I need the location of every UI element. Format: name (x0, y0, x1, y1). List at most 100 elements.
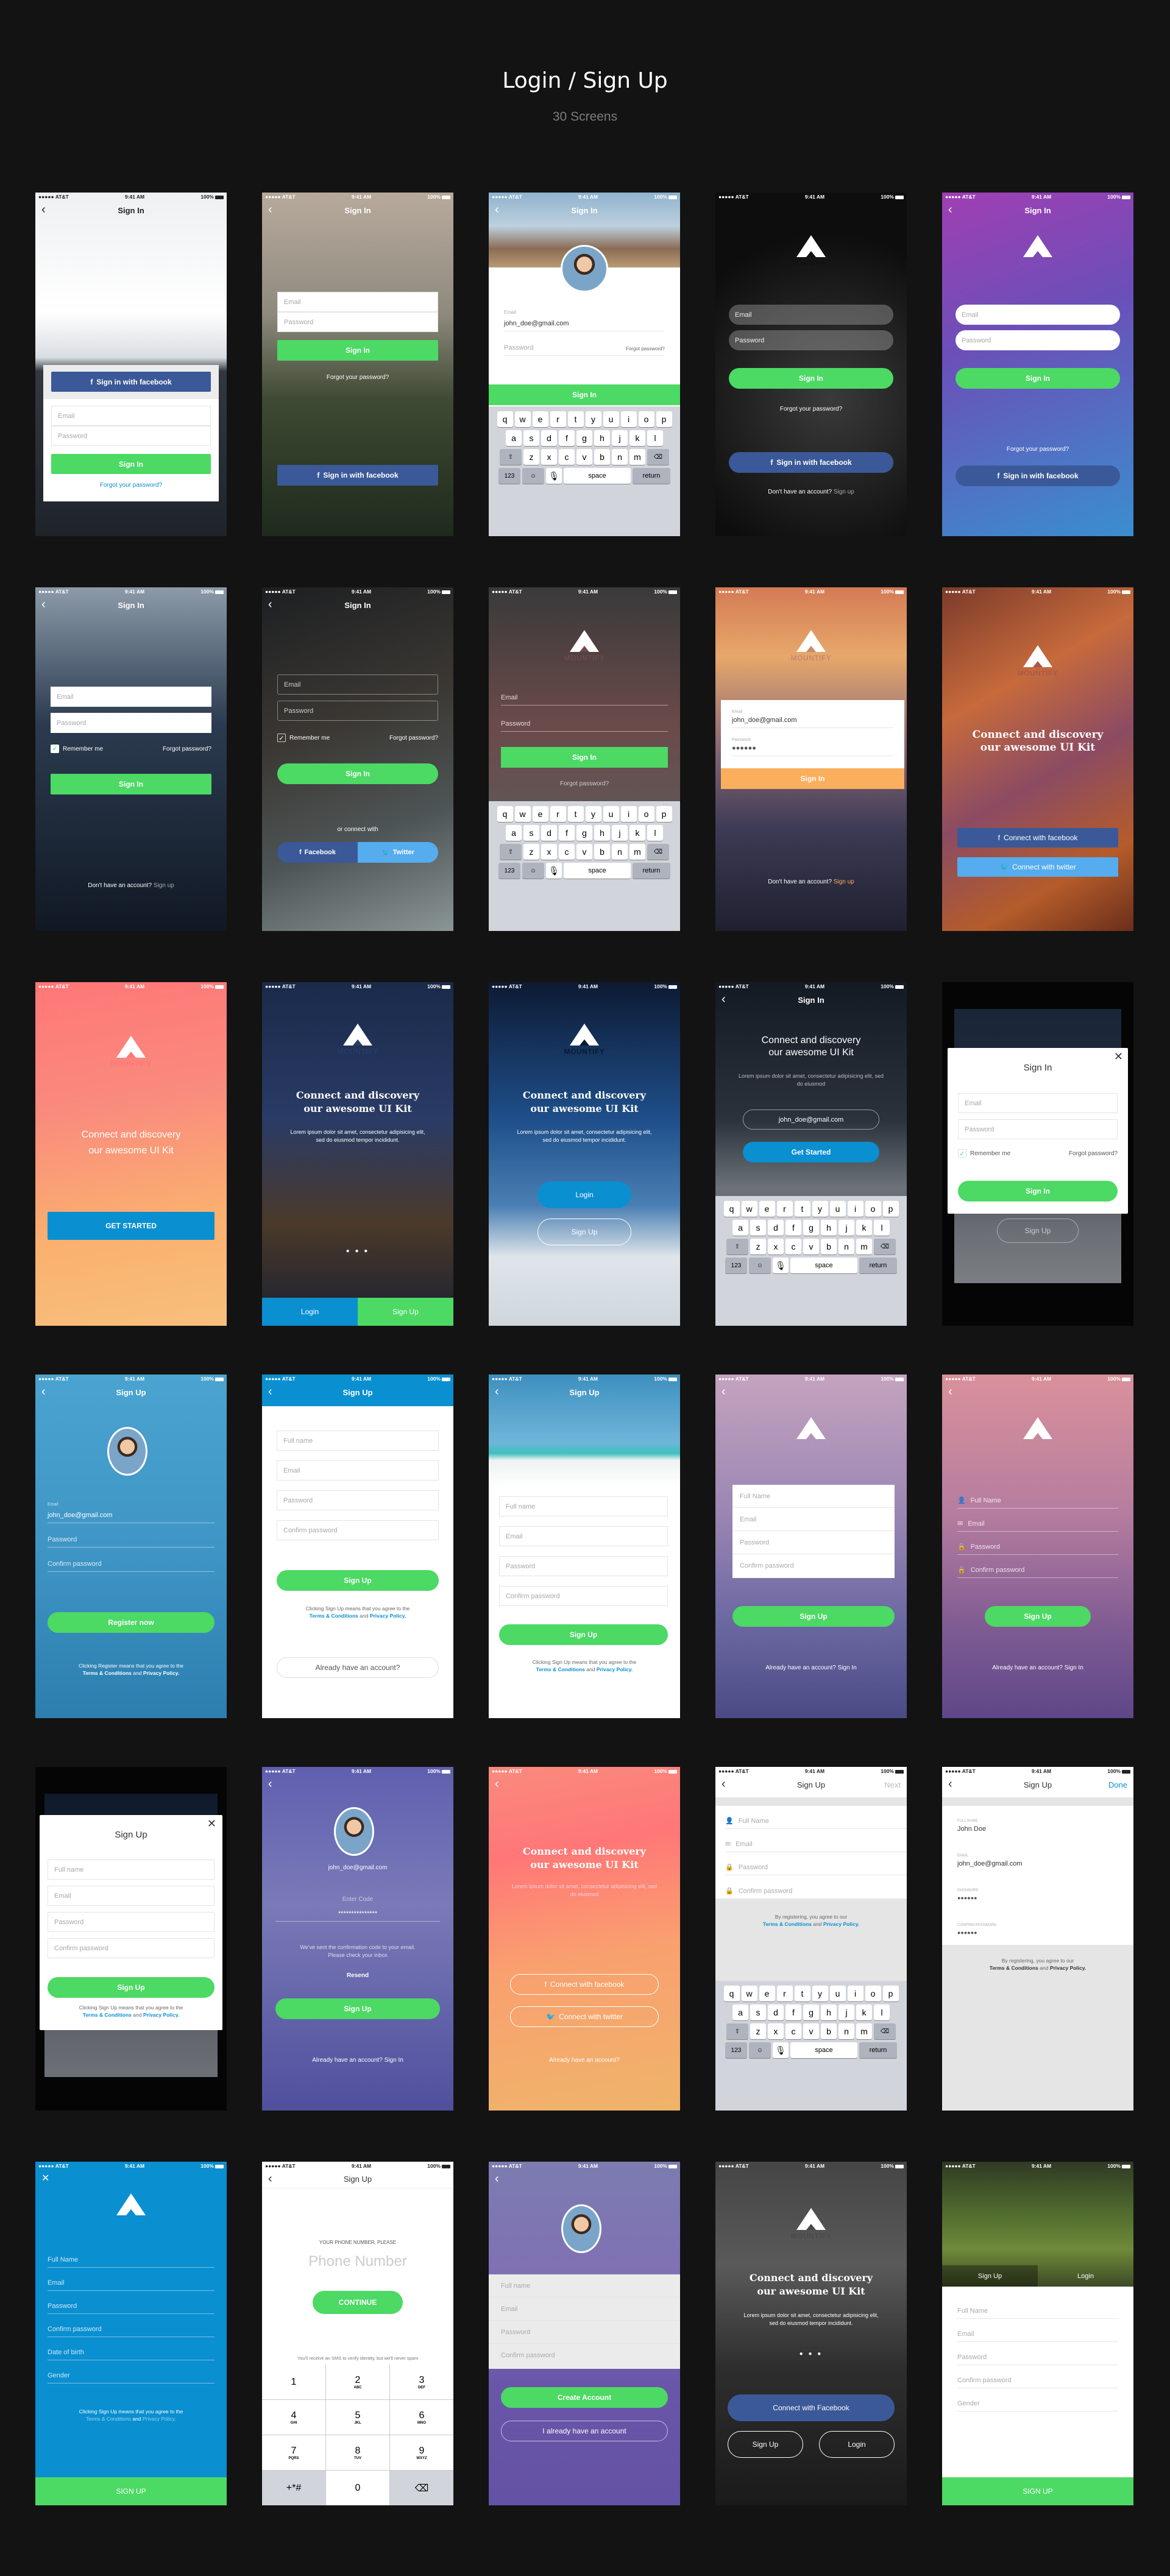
signin-prompt[interactable]: Already have an account? (489, 2057, 680, 2064)
signin-button[interactable]: Sign In (51, 454, 211, 474)
key[interactable]: c (785, 1239, 801, 1254)
full-name-input[interactable]: Full name (277, 1431, 439, 1451)
key[interactable]: l (647, 430, 663, 446)
key[interactable]: j (612, 430, 628, 446)
keypad-key[interactable]: 6 MNO (390, 2400, 453, 2435)
facebook-signin-button[interactable]: f Sign in with facebook (277, 465, 438, 486)
password-input[interactable]: Password (956, 330, 1120, 350)
signin-button[interactable]: Sign In (956, 368, 1120, 389)
key[interactable]: g (803, 1220, 819, 1236)
key[interactable]: p (882, 1986, 899, 2001)
numbers-key[interactable]: 123 (498, 468, 520, 484)
password-input[interactable]: ●●●●●● (732, 735, 893, 756)
key[interactable]: o (865, 1986, 881, 2001)
login-button[interactable]: Login (819, 2431, 895, 2458)
key[interactable]: k (856, 2005, 872, 2020)
resend-link[interactable]: Resend (262, 1972, 453, 1979)
key[interactable]: f (559, 825, 575, 841)
back-button[interactable]: ‹ (268, 2173, 272, 2185)
close-icon[interactable]: ✕ (41, 2173, 49, 2185)
email-input[interactable]: Email (277, 1460, 439, 1481)
confirm-password-input[interactable]: Confirm password (499, 1586, 668, 1606)
key[interactable]: s (523, 430, 539, 446)
key[interactable]: t (567, 411, 584, 427)
key[interactable]: u (829, 1986, 846, 2001)
email-input[interactable]: john_doe@gmail.com (743, 1109, 879, 1130)
key[interactable]: n (838, 2023, 854, 2039)
key[interactable]: m (856, 2023, 872, 2039)
key[interactable]: o (638, 806, 654, 822)
email-input[interactable]: Email (957, 2321, 1118, 2342)
key[interactable]: x (541, 449, 557, 465)
signup-button[interactable]: Sign Up (732, 1606, 895, 1627)
forgot-password-link[interactable]: Forgot password? (626, 346, 665, 352)
key[interactable]: p (656, 806, 672, 822)
password-input[interactable]: Password (48, 2293, 214, 2314)
key[interactable]: q (497, 411, 513, 427)
key[interactable]: b (594, 844, 610, 860)
emoji-key[interactable]: ☺ (749, 1258, 771, 1273)
space-key[interactable]: space (564, 863, 631, 879)
email-input[interactable]: john_doe@gmail.com (957, 1860, 1023, 1867)
signup-button[interactable]: Sign Up (358, 1298, 453, 1326)
delete-key[interactable]: ⌫ (647, 844, 669, 860)
confirm-password-input[interactable]: Confirm password (957, 2368, 1118, 2388)
key[interactable]: h (594, 825, 610, 841)
already-have-account-button[interactable]: I already have an account (501, 2421, 668, 2441)
back-button[interactable]: ‹ (495, 2173, 499, 2185)
key[interactable]: y (812, 1201, 828, 1217)
key[interactable]: p (656, 411, 672, 427)
full-name-input[interactable]: Full name (48, 1859, 214, 1880)
key[interactable]: t (794, 1986, 810, 2001)
back-button[interactable]: ‹ (495, 203, 499, 216)
forgot-password-link[interactable]: Forgot your password? (942, 446, 1133, 453)
create-account-button[interactable]: Create Account (501, 2387, 668, 2408)
key[interactable]: m (629, 844, 645, 860)
key[interactable]: t (567, 806, 584, 822)
confirm-password-input[interactable]: 🔒 Confirm password (957, 1557, 1118, 1578)
email-input[interactable]: Email (51, 687, 211, 707)
key[interactable]: g (576, 430, 592, 446)
key[interactable]: h (821, 2005, 837, 2020)
full-name-input[interactable]: Full name (489, 2274, 680, 2298)
key[interactable]: y (585, 411, 601, 427)
next-button[interactable]: Next (884, 1780, 901, 1789)
key[interactable]: l (874, 2005, 890, 2020)
key[interactable]: i (847, 1986, 863, 2001)
email-input[interactable]: Email (51, 406, 211, 426)
key[interactable]: s (750, 2005, 766, 2020)
signup-button[interactable]: Sign Up (277, 1570, 439, 1591)
confirm-password-input[interactable]: Confirm password (48, 2316, 214, 2337)
key[interactable]: c (785, 2023, 801, 2039)
key[interactable]: q (497, 806, 513, 822)
facebook-signin-button[interactable]: f Sign in with facebook (729, 452, 893, 473)
date-of-birth-input[interactable]: Date of birth (48, 2340, 214, 2360)
key[interactable]: e (532, 411, 548, 427)
key[interactable]: r (550, 411, 566, 427)
return-key[interactable]: return (633, 863, 670, 879)
key[interactable]: z (750, 2023, 766, 2039)
terms-link[interactable]: Terms & Conditions (310, 1613, 358, 1619)
key[interactable]: i (620, 411, 637, 427)
key[interactable]: f (785, 1220, 801, 1236)
twitter-connect-button[interactable]: 🐦 Connect with twitter (510, 2006, 659, 2027)
remember-me-checkbox[interactable]: ✓ Remember me (277, 734, 330, 742)
remember-me-checkbox[interactable]: ✓ Remember me (958, 1149, 1010, 1158)
key[interactable]: c (559, 844, 575, 860)
forgot-password-link[interactable]: Forgot your password? (262, 374, 453, 381)
key[interactable]: g (576, 825, 592, 841)
key[interactable]: m (629, 449, 645, 465)
key[interactable]: s (523, 825, 539, 841)
password-input[interactable]: Password (732, 1531, 895, 1554)
privacy-link[interactable]: Privacy Policy. (1050, 1965, 1086, 1971)
key[interactable]: j (838, 2005, 854, 2020)
password-input[interactable]: Password (957, 2344, 1118, 2365)
back-button[interactable]: ‹ (948, 1778, 952, 1790)
confirm-password-input[interactable]: Confirm password (732, 1554, 895, 1577)
code-input[interactable]: *************** (275, 1901, 440, 1922)
email-input[interactable]: Email (499, 1526, 668, 1546)
signin-button[interactable]: Sign In (721, 768, 904, 789)
key[interactable]: d (768, 1220, 784, 1236)
done-button[interactable]: Done (1108, 1780, 1127, 1789)
gender-input[interactable]: Gender (957, 2391, 1118, 2411)
